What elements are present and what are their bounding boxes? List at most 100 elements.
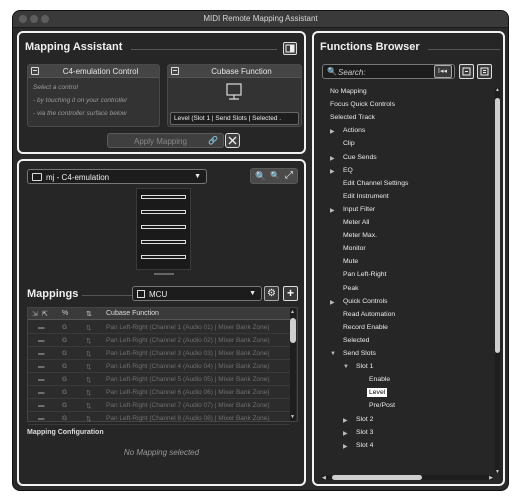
table-row[interactable]: ▬ G ⇅ Pan Left-Right (Channel 5 (Audio 05) … — [28, 373, 290, 386]
tree-item[interactable]: Quick Controls — [343, 298, 388, 305]
controller-surface[interactable] — [136, 188, 191, 270]
controller-label: mj - C4-emulation — [46, 173, 110, 182]
controller-select[interactable]: mj - C4-emulation ▼ — [27, 169, 207, 184]
tree-item[interactable]: Actions — [343, 127, 365, 134]
column-header-function[interactable]: Cubase Function — [106, 310, 159, 317]
scroll-left-icon[interactable]: ◀ — [322, 476, 326, 481]
table-scrollbar[interactable]: ▲ ▼ — [290, 308, 296, 421]
tree-item[interactable]: Slot 2 — [356, 416, 373, 423]
title-bar: MIDI Remote Mapping Assistant — [13, 11, 508, 28]
expand-arrow-icon[interactable]: ▶ — [343, 417, 348, 424]
tree-hscroll-thumb[interactable] — [332, 475, 422, 480]
resize-handle[interactable] — [154, 273, 174, 275]
tree-item[interactable]: Record Enable — [343, 324, 388, 331]
table-row[interactable]: ▬ G ⇅ Pan Left-Right (Channel 4 (Audio 04) … — [28, 360, 290, 373]
collapse-arrow-icon[interactable]: ▼ — [343, 364, 349, 370]
tree-item[interactable]: Peak — [343, 285, 359, 292]
tree-item[interactable]: Selected Track — [330, 114, 375, 121]
tree-item[interactable]: Monitor — [343, 245, 366, 252]
tree-item[interactable]: No Mapping — [330, 88, 367, 95]
expand-arrow-icon[interactable]: ▶ — [330, 207, 335, 214]
sort-icon[interactable]: ⇲ — [32, 310, 38, 318]
tree-item[interactable]: Input Filter — [343, 206, 375, 213]
scroll-down-icon[interactable]: ▼ — [495, 469, 500, 475]
functions-browser-title: Functions Browser — [320, 41, 420, 53]
mapping-page-select[interactable]: MCU ▼ — [132, 286, 262, 301]
tree-scroll-thumb[interactable] — [495, 98, 500, 353]
clear-mapping-button[interactable] — [225, 133, 240, 148]
table-scroll-thumb[interactable] — [290, 318, 296, 343]
table-row[interactable]: ▬ G ⇅ Pan Left-Right (Channel 7 (Audio 07) … — [28, 399, 290, 412]
tree-item[interactable]: Edit Channel Settings — [343, 180, 408, 187]
tree-item[interactable]: Meter Max. — [343, 232, 377, 239]
surface-control[interactable] — [141, 210, 186, 214]
surface-control[interactable] — [141, 255, 186, 259]
tree-item[interactable]: Enable — [369, 376, 390, 383]
mappings-table: ⇲ ⇱ % ⇅ Cubase Function ▬ G ⇅ Pan Left-Righ… — [27, 307, 298, 425]
tree-item[interactable]: Mute — [343, 258, 358, 265]
tree-item[interactable]: Clip — [343, 140, 355, 147]
table-row[interactable]: ▬ G ⇅ Pan Left-Right (Channel 1 (Audio 01) … — [28, 321, 290, 334]
row-global: G — [62, 376, 68, 383]
control-type-icon[interactable]: ⇱ — [42, 310, 48, 318]
zoom-in-icon[interactable]: 🔍 — [255, 171, 266, 182]
expand-arrow-icon[interactable]: ▶ — [330, 155, 335, 162]
expand-arrow-icon[interactable]: ▶ — [330, 299, 335, 306]
tree-item[interactable]: Slot 4 — [356, 442, 373, 449]
row-global: G — [62, 337, 68, 344]
control-card-title: C4-emulation Control — [62, 67, 139, 76]
expand-icon[interactable]: ⤢ — [285, 170, 293, 181]
expand-arrow-icon[interactable]: ▶ — [330, 128, 335, 135]
global-icon[interactable]: % — [62, 310, 68, 317]
tree-item[interactable]: EQ — [343, 167, 353, 174]
zoom-out-icon[interactable]: 🔍 — [270, 171, 280, 180]
table-row[interactable]: ▬ G ⇅ Pan Left-Right (Channel 6 (Audio 06) … — [28, 386, 290, 399]
collapse-all-button[interactable] — [477, 64, 492, 79]
add-page-button[interactable]: + — [283, 286, 298, 301]
scroll-down-icon[interactable]: ▼ — [290, 414, 295, 420]
row-global: G — [62, 402, 68, 409]
row-function: Pan Left-Right (Channel 1 (Audio 01) | M… — [106, 324, 270, 331]
tree-item[interactable]: Cue Sends — [343, 154, 377, 161]
tree-item[interactable]: Slot 1 — [356, 363, 373, 370]
surface-control[interactable] — [141, 195, 186, 199]
table-row[interactable]: ▬ G ⇅ Pan Left-Right (Channel 3 (Audio 03) … — [28, 347, 290, 360]
expand-arrow-icon[interactable]: ▶ — [343, 430, 348, 437]
apply-mapping-button[interactable]: Apply Mapping 🔗 — [107, 133, 224, 148]
tree-item[interactable]: Selected — [343, 337, 369, 344]
surface-control[interactable] — [141, 225, 186, 229]
link-type-icon: ⇅ — [86, 390, 92, 397]
controller-control-card: C4-emulation Control Select a control - … — [27, 64, 160, 127]
tree-vertical-scrollbar[interactable]: ▲ ▼ — [495, 87, 500, 475]
collapse-arrow-icon[interactable]: ▼ — [322, 115, 323, 121]
scroll-up-icon[interactable]: ▲ — [290, 309, 295, 315]
tree-item[interactable]: Meter All — [343, 219, 369, 226]
search-clear-button[interactable]: I◂◂ — [434, 65, 452, 78]
tree-horizontal-scrollbar[interactable]: ◀ ▶ — [322, 475, 493, 481]
chevron-down-icon: ▼ — [194, 173, 201, 180]
table-row[interactable]: ▬ G ⇅ Pan Left-Right (Channel 2 (Audio 02) … — [28, 334, 290, 347]
tree-item[interactable]: Edit Instrument — [343, 193, 389, 200]
scroll-up-icon[interactable]: ▲ — [495, 87, 500, 93]
scroll-right-icon[interactable]: ▶ — [489, 476, 493, 481]
tree-item-selected[interactable]: Level — [367, 388, 388, 398]
tree-item[interactable]: Send Slots — [343, 350, 376, 357]
functions-browser-panel: Functions Browser 🔍 Search: I◂◂ No Mappi… — [312, 31, 505, 486]
tree-item[interactable]: Focus Quick Controls — [330, 101, 395, 108]
tree-item[interactable]: Slot 3 — [356, 429, 373, 436]
tree-item[interactable]: Pre/Post — [369, 402, 395, 409]
surface-control[interactable] — [141, 240, 186, 244]
expand-arrow-icon[interactable]: ▶ — [343, 443, 348, 450]
zoom-controls: 🔍 🔍 ⤢ — [250, 168, 298, 184]
table-row[interactable]: ▬ G ⇅ Pan Left-Right (Channel 8 (Audio 08) … — [28, 412, 290, 425]
control-type-icon: ▬ — [38, 324, 45, 331]
tree-item[interactable]: Read Automation — [343, 311, 395, 318]
panel-toggle-button[interactable] — [283, 42, 297, 55]
collapse-arrow-icon[interactable]: ▼ — [330, 351, 336, 357]
expand-all-button[interactable] — [459, 64, 474, 79]
link-type-icon[interactable]: ⇅ — [86, 310, 92, 318]
page-settings-button[interactable]: ⚙ — [264, 286, 279, 301]
expand-arrow-icon[interactable]: ▶ — [330, 168, 335, 175]
row-global: G — [62, 324, 68, 331]
tree-item[interactable]: Pan Left-Right — [343, 271, 386, 278]
